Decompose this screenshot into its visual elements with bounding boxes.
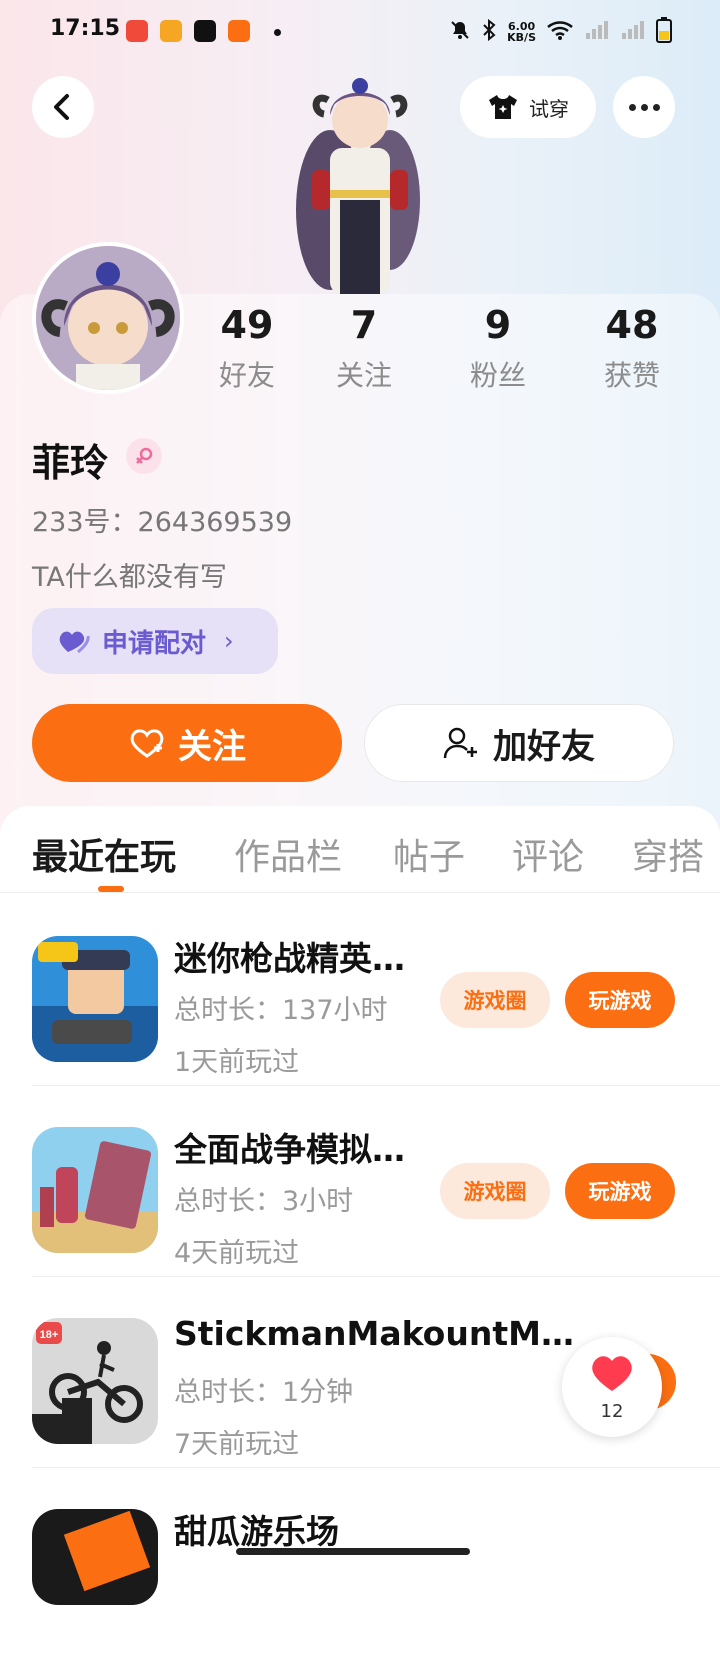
avatar-character-illustration bbox=[296, 78, 420, 294]
game-row[interactable]: 全面战争模拟… 总时长：3小时 4天前玩过 游戏圈 玩游戏 bbox=[0, 1087, 720, 1277]
more-button[interactable] bbox=[613, 76, 675, 138]
heart-icon bbox=[592, 1356, 632, 1391]
game-last-played: 4天前玩过 bbox=[174, 1238, 300, 1269]
tab-posts[interactable]: 帖子 bbox=[393, 828, 465, 880]
tab-outfits[interactable]: 穿搭 bbox=[632, 828, 704, 880]
back-button[interactable] bbox=[32, 76, 94, 138]
wifi-icon bbox=[546, 19, 574, 45]
tab-works[interactable]: 作品栏 bbox=[234, 828, 342, 880]
stat-likes[interactable]: 48 获赞 bbox=[572, 300, 692, 394]
notifications-muted-icon bbox=[449, 19, 471, 45]
heart-pair-icon bbox=[59, 631, 90, 654]
game-icon-stickman[interactable]: 18+ bbox=[32, 1318, 158, 1444]
game-title: StickmanMakountM… bbox=[174, 1314, 574, 1353]
tab-comments[interactable]: 评论 bbox=[512, 828, 584, 880]
age-rating-badge: 18+ bbox=[40, 1329, 59, 1341]
add-friend-button[interactable]: 加好友 bbox=[364, 704, 674, 782]
play-game-button[interactable]: 玩游戏 bbox=[565, 1163, 675, 1219]
stat-friends[interactable]: 49 好友 bbox=[187, 300, 307, 394]
game-icon-melon-playground[interactable] bbox=[32, 1509, 158, 1605]
game-app-icon bbox=[228, 20, 250, 42]
game-duration: 总时长：3小时 bbox=[174, 1186, 354, 1217]
game-circle-button[interactable]: 游戏圈 bbox=[440, 1163, 550, 1219]
bluetooth-icon bbox=[481, 18, 497, 45]
profile-name: 菲玲 bbox=[32, 441, 109, 485]
tab-recently-played[interactable]: 最近在玩 bbox=[32, 828, 176, 880]
game-duration: 总时长：137小时 bbox=[174, 995, 388, 1026]
game-circle-button[interactable]: 游戏圈 bbox=[440, 972, 550, 1028]
try-on-button[interactable]: 试穿 bbox=[460, 76, 596, 138]
game-row[interactable]: 迷你枪战精英… 总时长：137小时 1天前玩过 游戏圈 玩游戏 bbox=[0, 896, 720, 1086]
stat-following[interactable]: 7 关注 bbox=[304, 300, 424, 394]
tabs-divider bbox=[0, 892, 720, 893]
row-divider bbox=[32, 1276, 720, 1277]
gender-badge bbox=[126, 438, 162, 474]
status-time: 17:15 bbox=[50, 16, 121, 41]
game-icon-total-war-sim[interactable] bbox=[32, 1127, 158, 1253]
row-divider bbox=[32, 1085, 720, 1086]
chevron-right-icon: › bbox=[224, 627, 234, 655]
add-user-icon bbox=[443, 727, 477, 759]
game-last-played: 7天前玩过 bbox=[174, 1429, 300, 1460]
game-title: 迷你枪战精英… bbox=[174, 939, 405, 978]
game-icon-mini-gun-elite[interactable] bbox=[32, 936, 158, 1062]
content-panel: 最近在玩 作品栏 帖子 评论 穿搭 迷你枪战精英… 总时长：137小时 1天前玩… bbox=[0, 806, 720, 1605]
home-indicator[interactable] bbox=[236, 1548, 470, 1555]
follow-button[interactable]: 关注 bbox=[32, 704, 342, 782]
status-bar: 17:15 6.00 KB/S bbox=[0, 0, 720, 64]
profile-stats: 49 好友 7 关注 9 粉丝 48 获赞 bbox=[0, 300, 720, 400]
battery-icon bbox=[656, 17, 672, 47]
signal-icon bbox=[620, 19, 646, 45]
network-speed: 6.00 KB/S bbox=[507, 20, 536, 44]
user-bio: TA什么都没有写 bbox=[32, 562, 227, 593]
try-on-label: 试穿 bbox=[529, 96, 569, 121]
like-count: 12 bbox=[600, 1401, 624, 1422]
user-id: 233号：264369539 bbox=[32, 507, 293, 538]
status-icons: 6.00 KB/S bbox=[449, 17, 672, 47]
floating-like-button[interactable]: 12 bbox=[562, 1337, 662, 1437]
game-title: 全面战争模拟… bbox=[174, 1130, 405, 1169]
stat-followers[interactable]: 9 粉丝 bbox=[438, 300, 558, 394]
game-row[interactable]: 甜瓜游乐场 bbox=[0, 1469, 720, 1659]
apply-pairing-button[interactable]: 申请配对 › bbox=[32, 608, 278, 674]
music-app-icon bbox=[126, 20, 148, 42]
row-divider bbox=[32, 1467, 720, 1468]
signal-icon bbox=[584, 19, 610, 45]
profile-tabs: 最近在玩 作品栏 帖子 评论 穿搭 bbox=[0, 828, 720, 888]
more-notifications-dot bbox=[274, 29, 281, 36]
add-friend-label: 加好友 bbox=[493, 726, 595, 767]
follow-label: 关注 bbox=[178, 726, 246, 767]
heart-plus-icon bbox=[130, 729, 164, 758]
tiktok-icon bbox=[194, 20, 216, 42]
female-icon bbox=[136, 447, 153, 464]
more-icon bbox=[628, 103, 636, 111]
game-duration: 总时长：1分钟 bbox=[174, 1377, 354, 1408]
app-notification-icon bbox=[160, 20, 182, 42]
back-icon bbox=[54, 94, 69, 120]
tshirt-icon bbox=[489, 95, 517, 119]
apply-pairing-label: 申请配对 bbox=[102, 628, 207, 659]
play-game-button[interactable]: 玩游戏 bbox=[565, 972, 675, 1028]
game-last-played: 1天前玩过 bbox=[174, 1047, 300, 1078]
game-title: 甜瓜游乐场 bbox=[174, 1512, 339, 1551]
